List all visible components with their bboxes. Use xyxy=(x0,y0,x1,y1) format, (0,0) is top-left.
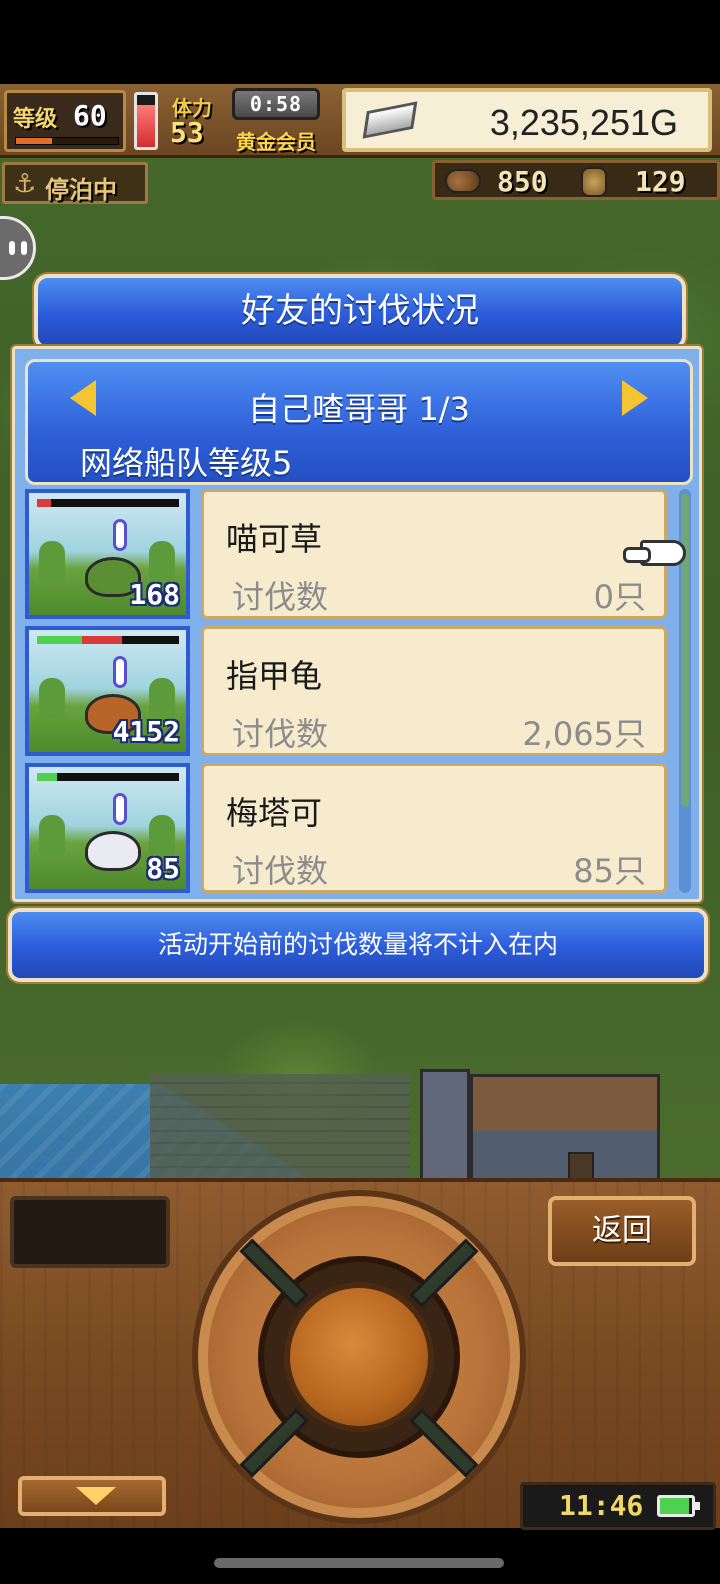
notice-text: 活动开始前的讨伐数量将不计入在内 xyxy=(157,930,558,959)
friend-name: 自己喳哥哥 1/3 xyxy=(248,390,470,428)
monster-portrait: 168 xyxy=(25,489,190,619)
hp-bar-segment xyxy=(37,636,83,644)
dpad-center-button[interactable] xyxy=(284,1282,434,1432)
notice-banner: 活动开始前的讨伐数量将不计入在内 xyxy=(8,908,708,982)
hp-bar xyxy=(37,636,179,644)
monster-name: 指甲龟 xyxy=(226,657,323,695)
monster-info-card[interactable]: 梅塔可 讨伐数 85只 xyxy=(201,763,667,893)
fleet-level: 网络船队等级5 xyxy=(80,444,293,482)
exclamation-marker-icon xyxy=(113,656,127,688)
scrollbar-thumb[interactable] xyxy=(681,493,689,807)
portrait-count: 168 xyxy=(129,578,180,611)
gold-value: 3,235,251G xyxy=(489,102,678,143)
silver-bar-icon xyxy=(362,101,418,139)
stamina-display: 体力 53 xyxy=(166,90,236,152)
wood-count: 850 xyxy=(497,165,548,198)
monster-list: 168 喵可草 讨伐数 0只 4152 指甲龟 讨伐数 2,065只 85 梅塔… xyxy=(25,489,675,900)
dialog-title-banner: 好友的讨伐状况 xyxy=(34,274,686,350)
level-display: 等级 60 xyxy=(4,90,126,152)
wood-log-icon xyxy=(445,169,481,193)
exclamation-marker-icon xyxy=(113,519,127,551)
list-item[interactable]: 85 梅塔可 讨伐数 85只 xyxy=(25,763,675,900)
battery-icon xyxy=(657,1495,700,1517)
hp-bar-fill xyxy=(37,773,57,781)
clock-display: 11:46 xyxy=(520,1482,716,1530)
list-item[interactable]: 4152 指甲龟 讨伐数 2,065只 xyxy=(25,626,675,763)
stamina-timer: 0:58 xyxy=(232,88,320,120)
kill-count-label: 讨伐数 xyxy=(232,715,329,753)
stamina-value: 53 xyxy=(170,116,204,149)
monster-portrait: 85 xyxy=(25,763,190,893)
gold-display[interactable]: 3,235,251G xyxy=(342,88,712,152)
directional-pad[interactable] xyxy=(192,1190,526,1524)
list-item[interactable]: 168 喵可草 讨伐数 0只 xyxy=(25,489,675,626)
hp-bar-fill xyxy=(82,636,123,644)
monster-info-card[interactable]: 指甲龟 讨伐数 2,065只 xyxy=(201,626,667,756)
anchor-icon: ⚓ xyxy=(13,169,37,199)
monster-name: 梅塔可 xyxy=(226,794,323,832)
clock-value: 11:46 xyxy=(559,1489,644,1522)
home-indicator[interactable] xyxy=(214,1558,504,1568)
hp-bar xyxy=(37,773,179,781)
timer-value: 0:58 xyxy=(249,92,303,116)
chevron-down-icon xyxy=(76,1487,116,1505)
chat-dot xyxy=(21,241,27,255)
dpad-spoke xyxy=(239,1238,309,1308)
next-friend-arrow-icon[interactable] xyxy=(622,380,648,416)
level-label: 等级 xyxy=(13,107,58,132)
tree-decoration xyxy=(149,678,175,718)
back-button[interactable]: 返回 xyxy=(548,1196,696,1266)
tree-decoration xyxy=(39,678,65,718)
kill-count-label: 讨伐数 xyxy=(232,852,329,890)
exclamation-marker-icon xyxy=(113,793,127,825)
resource-bar: 850 129 xyxy=(432,160,720,200)
tree-decoration xyxy=(149,541,175,581)
tower-building xyxy=(420,1069,470,1189)
ore-icon xyxy=(581,167,607,197)
dialog-title: 好友的讨伐状况 xyxy=(241,291,479,331)
monster-info-card[interactable]: 喵可草 讨伐数 0只 xyxy=(201,489,667,619)
menu-down-button[interactable] xyxy=(18,1476,166,1516)
portrait-count: 85 xyxy=(146,852,180,885)
info-screen-slot xyxy=(10,1196,170,1268)
hp-bar xyxy=(37,499,179,507)
monster-portrait: 4152 xyxy=(25,626,190,756)
membership-label: 黄金会员 xyxy=(236,130,316,154)
control-panel: 返回 11:46 xyxy=(0,1178,720,1530)
pointing-hand-cursor-icon xyxy=(623,540,686,566)
docked-status: ⚓ 停泊中 xyxy=(2,162,148,204)
ore-count: 129 xyxy=(635,165,686,198)
kill-count: 2,065只 xyxy=(522,715,646,753)
monster-name: 喵可草 xyxy=(226,520,323,558)
stone-wall xyxy=(150,1074,410,1192)
hp-bar-fill xyxy=(37,499,52,507)
dpad-spoke xyxy=(239,1408,309,1478)
tree-decoration xyxy=(39,541,65,581)
exp-bar-fill xyxy=(16,138,52,144)
level-value: 60 xyxy=(73,99,107,132)
monster-sprite xyxy=(85,831,141,871)
docked-status-label: 停泊中 xyxy=(45,176,117,204)
kill-count-label: 讨伐数 xyxy=(232,578,329,616)
dpad-spoke xyxy=(409,1238,479,1308)
chat-dot xyxy=(9,241,15,255)
kill-count: 0只 xyxy=(593,578,646,616)
top-hud: 等级 60 体力 53 0:58 黄金会员 3,235,251G xyxy=(0,84,720,158)
portrait-count: 4152 xyxy=(112,715,180,748)
battery-fill xyxy=(660,1498,689,1514)
kill-count: 85只 xyxy=(573,852,646,890)
stamina-vial xyxy=(134,92,158,150)
tree-decoration xyxy=(149,815,175,855)
friend-hunt-panel: 自己喳哥哥 1/3 网络船队等级5 168 喵可草 讨伐数 0只 4152 指甲… xyxy=(12,346,702,902)
friend-header: 自己喳哥哥 1/3 网络船队等级5 xyxy=(25,359,693,485)
tree-decoration xyxy=(39,815,65,855)
house-building xyxy=(470,1074,660,1192)
dpad-spoke xyxy=(409,1408,479,1478)
exp-bar xyxy=(15,137,119,145)
stamina-vial-fill xyxy=(137,105,155,147)
